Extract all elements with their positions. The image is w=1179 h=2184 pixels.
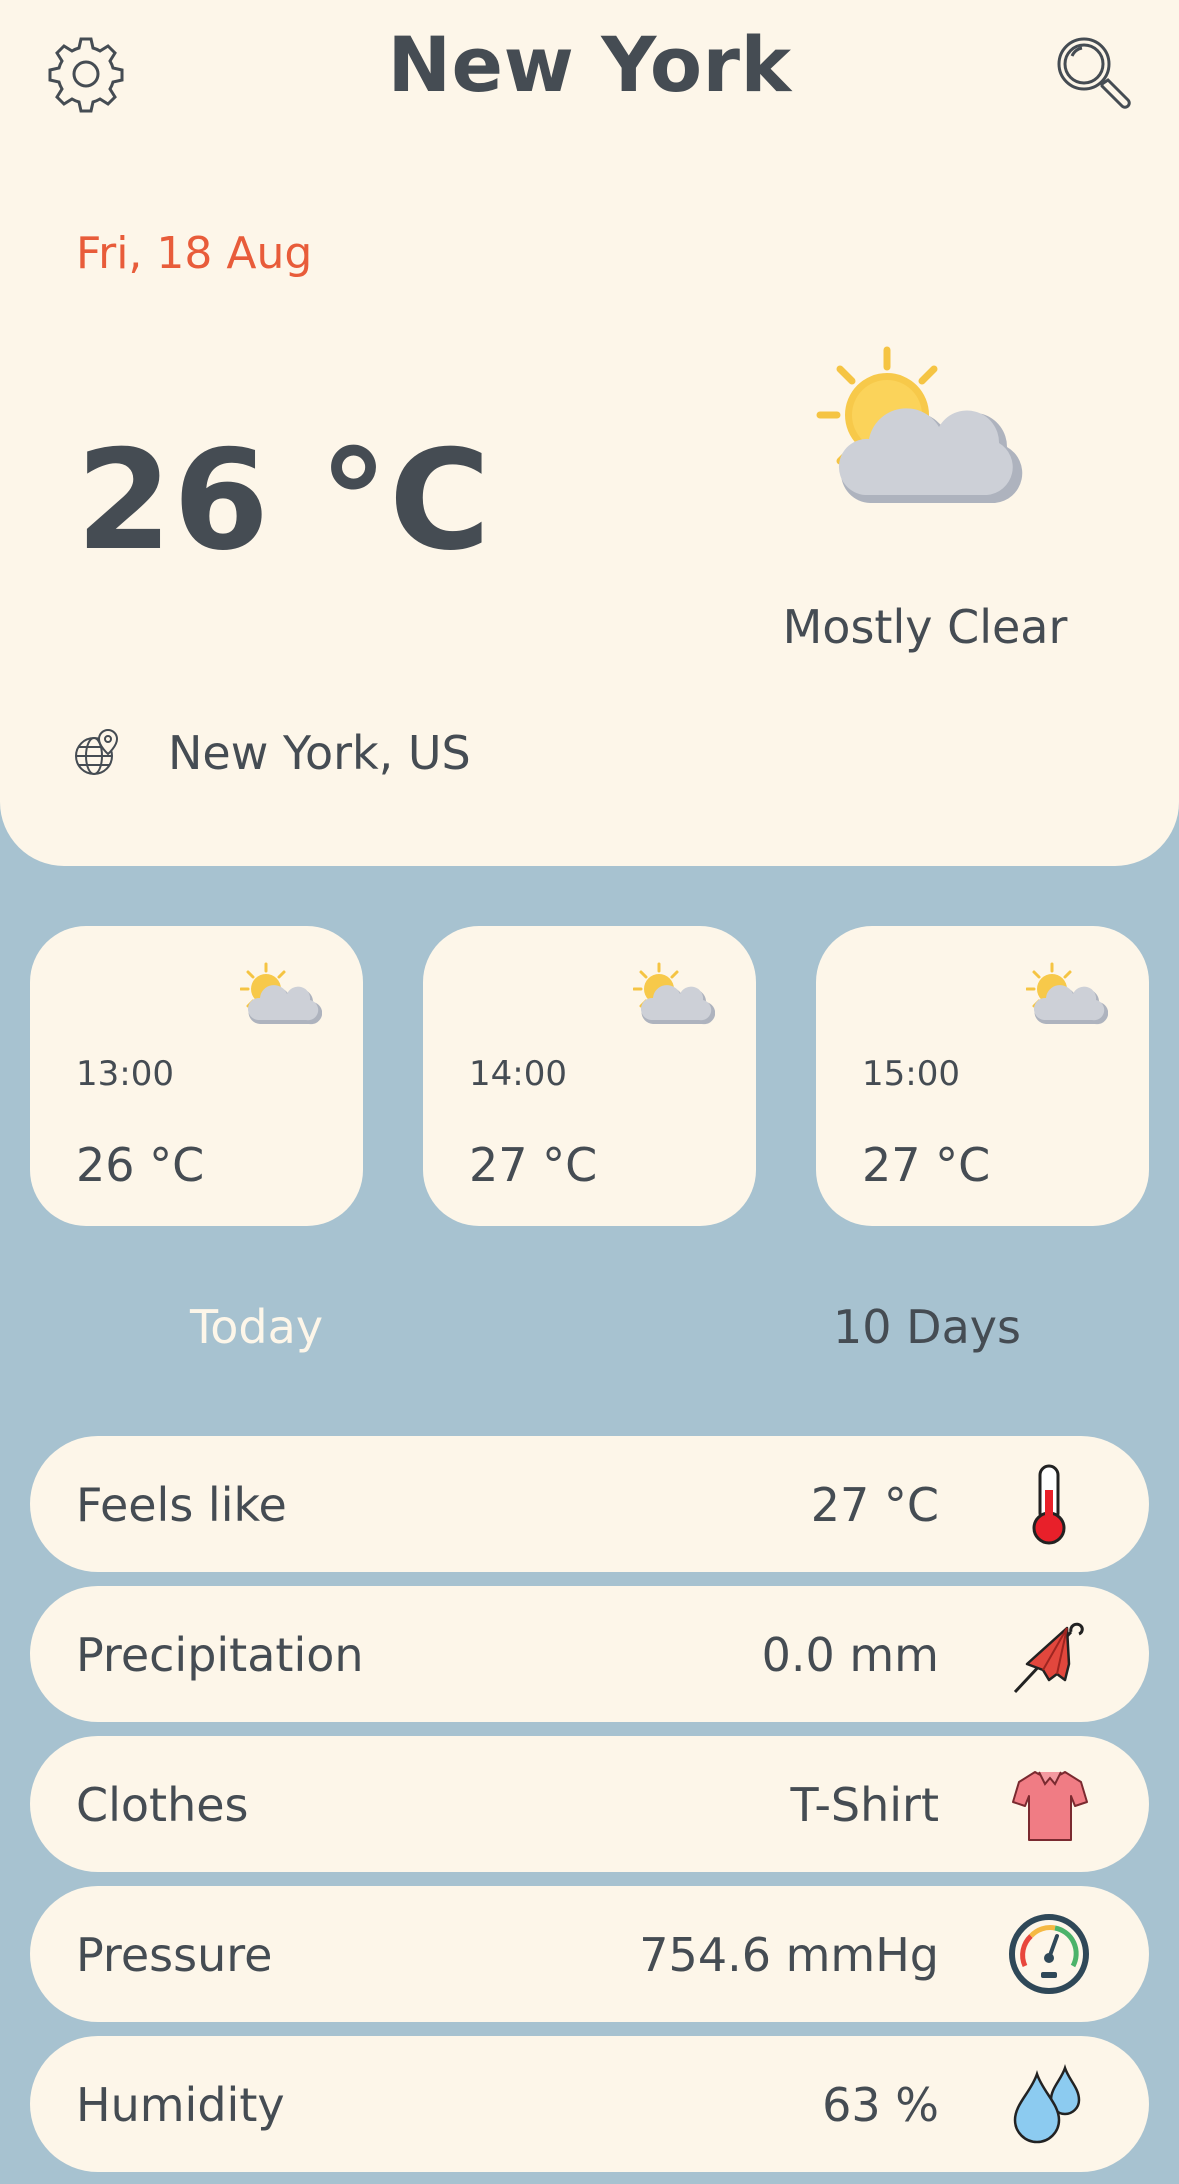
detail-label: Pressure	[76, 1928, 273, 1982]
partly-cloudy-icon	[816, 346, 1023, 503]
detail-label: Clothes	[76, 1778, 249, 1832]
partly-cloudy-icon	[240, 962, 322, 1025]
tab-10-days[interactable]: 10 Days	[833, 1300, 1021, 1354]
search-icon	[1057, 37, 1131, 109]
hourly-temperature: 27 °C	[862, 1138, 991, 1192]
detail-value: 63 %	[822, 2078, 939, 2132]
tab-today[interactable]: Today	[190, 1300, 323, 1354]
detail-value: 754.6 mmHg	[639, 1928, 939, 1982]
current-temperature: 26 °C	[76, 420, 492, 581]
city-title: New York	[387, 20, 792, 109]
detail-value: T-Shirt	[790, 1778, 939, 1832]
location-text: New York, US	[168, 726, 471, 780]
partly-cloudy-icon	[1026, 962, 1108, 1025]
partly-cloudy-icon	[633, 962, 715, 1025]
tshirt-icon	[1012, 1771, 1088, 1841]
gauge-icon	[1009, 1914, 1089, 1994]
detail-row-pressure: Pressure 754.6 mmHg	[30, 1886, 1149, 2022]
thermometer-icon	[1032, 1464, 1066, 1545]
umbrella-icon	[1013, 1622, 1084, 1694]
hourly-temperature: 27 °C	[469, 1138, 598, 1192]
current-weather-panel: New York Fri, 18 Aug 26 °C Mostly Clear	[0, 0, 1179, 866]
location-row: New York, US	[72, 726, 471, 780]
hourly-card[interactable]: 13:00 26 °C	[30, 926, 363, 1226]
hourly-time: 13:00	[76, 1054, 174, 1094]
detail-label: Humidity	[76, 2078, 285, 2132]
hourly-time: 14:00	[469, 1054, 567, 1094]
weather-condition: Mostly Clear	[782, 600, 1068, 654]
hourly-card[interactable]: 14:00 27 °C	[423, 926, 756, 1226]
detail-row-precipitation: Precipitation 0.0 mm	[30, 1586, 1149, 1722]
detail-value: 27 °C	[810, 1478, 939, 1532]
globe-pin-icon	[75, 728, 119, 775]
water-drops-icon	[1013, 2064, 1081, 2144]
hourly-card[interactable]: 15:00 27 °C	[816, 926, 1149, 1226]
detail-row-clothes: Clothes T-Shirt	[30, 1736, 1149, 1872]
detail-label: Precipitation	[76, 1628, 364, 1682]
current-date: Fri, 18 Aug	[76, 228, 313, 279]
detail-row-feels-like: Feels like 27 °C	[30, 1436, 1149, 1572]
hourly-time: 15:00	[862, 1054, 960, 1094]
detail-label: Feels like	[76, 1478, 287, 1532]
detail-value: 0.0 mm	[761, 1628, 939, 1682]
detail-row-humidity: Humidity 63 %	[30, 2036, 1149, 2172]
hourly-temperature: 26 °C	[76, 1138, 205, 1192]
search-button[interactable]	[1050, 30, 1134, 114]
